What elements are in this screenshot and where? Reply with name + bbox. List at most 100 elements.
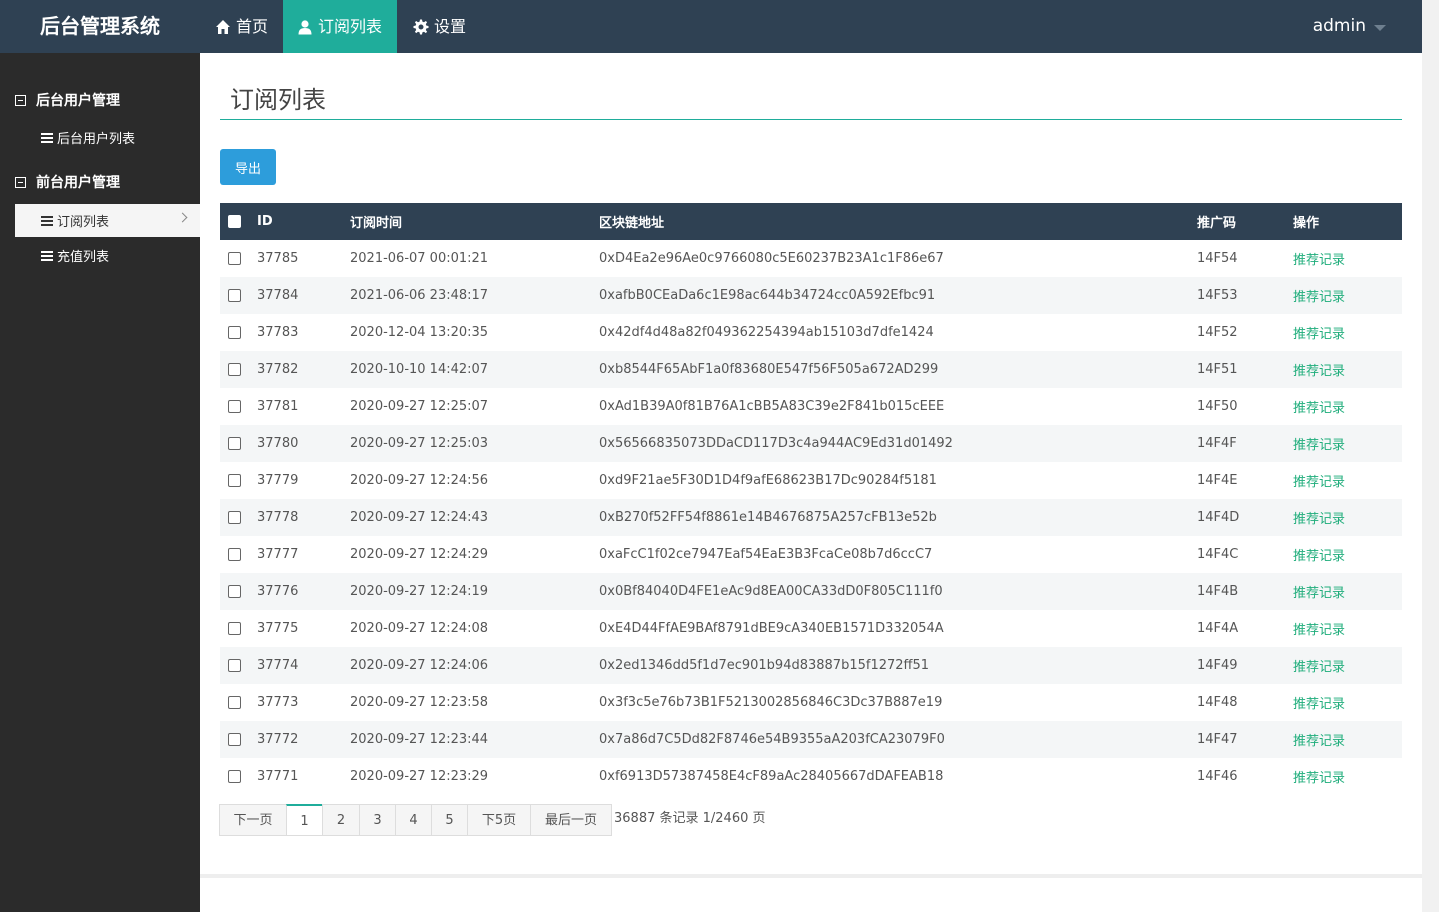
recommend-record-link[interactable]: 推荐记录	[1293, 512, 1345, 527]
row-checkbox[interactable]	[228, 548, 241, 561]
row-select-cell	[220, 277, 257, 314]
sidebar-item-recharges[interactable]: 充值列表	[15, 239, 200, 272]
cell-id: 37781	[257, 388, 350, 425]
recommend-record-link[interactable]: 推荐记录	[1293, 660, 1345, 675]
row-checkbox[interactable]	[228, 326, 241, 339]
page-1-button[interactable]: 1	[286, 804, 323, 836]
page-next-button[interactable]: 下一页	[219, 804, 287, 836]
cell-id: 37782	[257, 351, 350, 388]
scrollbar[interactable]	[1422, 0, 1439, 912]
cell-code: 14F4F	[1197, 425, 1293, 462]
sidebar-item-label: 后台用户列表	[57, 132, 136, 147]
table-row: 37772 2020-09-27 12:23:44 0x7a86d7C5Dd82F8…	[220, 721, 1402, 758]
cell-id: 37785	[257, 240, 350, 277]
page-next5-button[interactable]: 下5页	[467, 804, 531, 836]
cell-code: 14F4C	[1197, 536, 1293, 573]
cell-code-text: 14F48	[1197, 695, 1238, 710]
recommend-record-link[interactable]: 推荐记录	[1293, 549, 1345, 564]
row-checkbox[interactable]	[228, 400, 241, 413]
page-4-button[interactable]: 4	[395, 804, 432, 836]
recommend-record-link[interactable]: 推荐记录	[1293, 401, 1345, 416]
row-checkbox[interactable]	[228, 363, 241, 376]
cell-address-text: 0xaFcC1f02ce7947Eaf54EaE3B3FcaCe08b7d6cc…	[599, 547, 933, 562]
row-checkbox[interactable]	[228, 289, 241, 302]
recommend-record-link[interactable]: 推荐记录	[1293, 475, 1345, 490]
user-menu[interactable]: admin	[1313, 0, 1386, 53]
cell-address-text: 0x56566835073DDaCD117D3c4a944AC9Ed31d014…	[599, 436, 953, 451]
table-row: 37773 2020-09-27 12:23:58 0x3f3c5e76b73B1F…	[220, 684, 1402, 721]
header-code: 推广码	[1197, 216, 1237, 231]
recommend-record-link[interactable]: 推荐记录	[1293, 364, 1345, 379]
row-select-cell	[220, 462, 257, 499]
header-id: ID	[257, 214, 273, 229]
recommend-record-link[interactable]: 推荐记录	[1293, 327, 1345, 342]
cell-code: 14F51	[1197, 351, 1293, 388]
row-checkbox[interactable]	[228, 659, 241, 672]
cell-address: 0x7a86d7C5Dd82F8746e54B9355aA203fCA23079…	[599, 721, 1197, 758]
page-5-button[interactable]: 5	[431, 804, 468, 836]
cell-time-text: 2021-06-07 00:01:21	[350, 251, 489, 266]
cell-time: 2020-09-27 12:24:08	[350, 610, 599, 647]
app-title[interactable]: 后台管理系统	[40, 0, 160, 53]
sidebar-item-subscriptions[interactable]: 订阅列表	[15, 204, 200, 237]
nav-subscriptions[interactable]: 订阅列表	[283, 0, 397, 53]
row-checkbox[interactable]	[228, 585, 241, 598]
select-all-checkbox[interactable]	[228, 215, 241, 228]
sidebar-item-label: 充值列表	[57, 250, 110, 265]
cell-code-text: 14F53	[1197, 288, 1238, 303]
cell-time: 2020-09-27 12:24:43	[350, 499, 599, 536]
recommend-record-link[interactable]: 推荐记录	[1293, 771, 1345, 786]
recommend-record-link[interactable]: 推荐记录	[1293, 586, 1345, 601]
export-button[interactable]: 导出	[220, 149, 276, 185]
cell-code: 14F4B	[1197, 573, 1293, 610]
cell-id: 37776	[257, 573, 350, 610]
recommend-record-link[interactable]: 推荐记录	[1293, 734, 1345, 749]
cell-address-text: 0xb8544F65AbF1a0f83680E547f56F505a672AD2…	[599, 362, 939, 377]
page-3-button[interactable]: 3	[359, 804, 396, 836]
cell-id-text: 37779	[257, 473, 299, 488]
page-2-button[interactable]: 2	[322, 804, 360, 836]
cell-time: 2020-09-27 12:24:19	[350, 573, 599, 610]
sidebar-item-admin-user-list[interactable]: 后台用户列表	[15, 121, 200, 154]
row-checkbox[interactable]	[228, 696, 241, 709]
cell-time: 2020-09-27 12:24:29	[350, 536, 599, 573]
cell-address: 0xB270f52FF54f8861e14B4676875A257cFB13e5…	[599, 499, 1197, 536]
cell-action: 推荐记录	[1293, 573, 1402, 610]
select-all-cell	[220, 203, 257, 240]
table-row: 37775 2020-09-27 12:24:08 0xE4D44FfAE9BAf8…	[220, 610, 1402, 647]
row-checkbox[interactable]	[228, 474, 241, 487]
recommend-record-link[interactable]: 推荐记录	[1293, 438, 1345, 453]
row-checkbox[interactable]	[228, 252, 241, 265]
cell-code: 14F50	[1197, 388, 1293, 425]
cell-code-text: 14F4A	[1197, 621, 1239, 636]
recommend-record-link[interactable]: 推荐记录	[1293, 697, 1345, 712]
cell-time-text: 2020-09-27 12:23:29	[350, 769, 489, 784]
cell-time: 2020-09-27 12:25:03	[350, 425, 599, 462]
sidebar-group-front-users[interactable]: 前台用户管理	[15, 172, 120, 192]
cell-id-text: 37782	[257, 362, 299, 377]
chevron-right-icon	[177, 212, 188, 223]
page-last-button[interactable]: 最后一页	[530, 804, 612, 836]
table-row: 37776 2020-09-27 12:24:19 0x0Bf84040D4FE1e…	[220, 573, 1402, 610]
nav-settings[interactable]: 设置	[399, 0, 480, 53]
cell-code-text: 14F4B	[1197, 584, 1239, 599]
recommend-record-link[interactable]: 推荐记录	[1293, 623, 1345, 638]
cell-action: 推荐记录	[1293, 314, 1402, 351]
recommend-record-link[interactable]: 推荐记录	[1293, 253, 1345, 268]
cell-address: 0x3f3c5e76b73B1F5213002856846C3Dc37B887e…	[599, 684, 1197, 721]
sidebar-group-admin-users[interactable]: 后台用户管理	[15, 90, 120, 110]
cell-code: 14F48	[1197, 684, 1293, 721]
row-checkbox[interactable]	[228, 511, 241, 524]
row-select-cell	[220, 536, 257, 573]
cell-address: 0xAd1B39A0f81B76A1cBB5A83C39e2F841b015cE…	[599, 388, 1197, 425]
row-checkbox[interactable]	[228, 622, 241, 635]
recommend-record-link[interactable]: 推荐记录	[1293, 290, 1345, 305]
cell-time: 2020-10-10 14:42:07	[350, 351, 599, 388]
cell-code: 14F46	[1197, 758, 1293, 795]
row-checkbox[interactable]	[228, 437, 241, 450]
gear-icon	[413, 19, 429, 34]
sidebar-group-label: 后台用户管理	[36, 93, 120, 109]
row-checkbox[interactable]	[228, 733, 241, 746]
nav-home[interactable]: 首页	[201, 0, 282, 53]
row-checkbox[interactable]	[228, 770, 241, 783]
